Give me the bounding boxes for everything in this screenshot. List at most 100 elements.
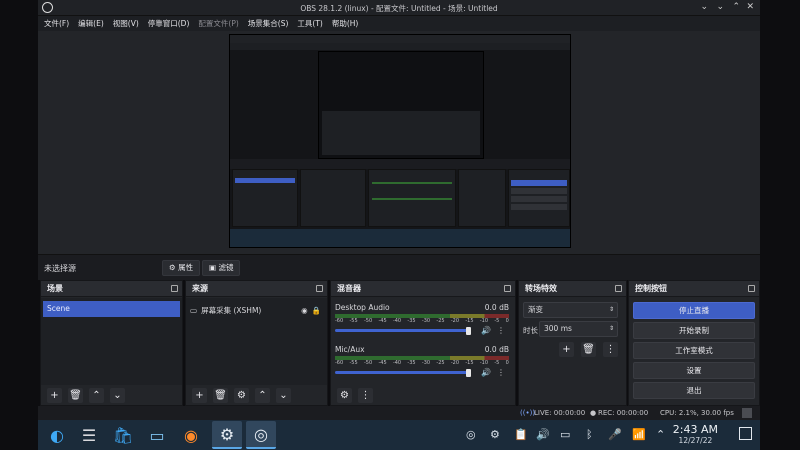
more-icon[interactable]: ⋮ — [497, 368, 505, 377]
chevron-up-icon[interactable]: ⌃ — [656, 428, 665, 441]
spin-icon: ⇕ — [608, 325, 614, 332]
menu-profile[interactable]: 配置文件(P) — [198, 18, 238, 29]
clock[interactable]: 2:43 AM 12/27/22 — [673, 423, 718, 445]
folder-icon[interactable]: ▭ — [142, 421, 172, 449]
volume-icon[interactable]: 🔊 — [536, 428, 550, 441]
monitor-icon: ▭ — [190, 305, 198, 315]
start-recording-button[interactable]: 开始录制 — [633, 322, 755, 339]
steam-icon[interactable]: ⚙ — [212, 421, 242, 449]
live-icon: ((•)) — [520, 409, 536, 417]
move-down-button[interactable]: ⌄ — [276, 387, 291, 403]
battery-icon[interactable]: ▭ — [560, 428, 570, 441]
speaker-icon[interactable]: 🔊 — [481, 326, 491, 335]
more-icon[interactable]: ⋮ — [603, 342, 618, 357]
meter-scale: -60 -55 -50 -45 -40 -35 -30 -25 -20 -15 -10 -5 0 — [335, 360, 509, 366]
undock-icon[interactable] — [171, 285, 178, 292]
obs-icon[interactable]: ◎ — [246, 421, 276, 449]
duration-label: 时长 — [523, 326, 538, 335]
gear-icon: ⚙ — [169, 263, 176, 272]
audio-mixer-dock: 混音器 Desktop Audio 0.0 dB -60 -55 -50 -45 -40… — [330, 280, 516, 406]
move-up-button[interactable]: ⌃ — [255, 387, 270, 403]
maximize-icon[interactable]: ⌃ — [732, 2, 740, 12]
settings-button[interactable]: 设置 — [633, 362, 755, 379]
sources-list: ▭ 屏幕采集 (XSHM) ◉ 🔒 — [186, 298, 327, 385]
menu-scene-collection[interactable]: 场景集合(S) — [248, 18, 289, 29]
add-scene-button[interactable]: + — [47, 387, 62, 403]
steam-tray-icon[interactable]: ⚙ — [490, 428, 500, 441]
status-bar: ((•)) LIVE: 00:00:00 ● REC: 00:00:00 CPU… — [38, 406, 760, 420]
move-down-button[interactable]: ⌄ — [110, 387, 125, 403]
channel-db: 0.0 dB — [484, 303, 509, 312]
controls-dock: 控制按钮 停止直播 开始录制 工作室模式 设置 退出 — [628, 280, 760, 406]
slider-handle[interactable] — [466, 327, 471, 335]
filter-icon: ▣ — [209, 263, 217, 272]
duration-input[interactable]: 300 ms ⇕ — [539, 321, 618, 337]
spin-icon: ⇕ — [608, 306, 614, 313]
menu-tools[interactable]: 工具(T) — [297, 18, 322, 29]
trash-icon[interactable]: 🗑 — [213, 387, 228, 403]
lock-icon[interactable]: 🔒 — [312, 306, 321, 315]
studio-mode-button[interactable]: 工作室模式 — [633, 342, 755, 359]
volume-slider[interactable] — [335, 329, 468, 332]
mixer-settings-icon[interactable]: ☰ — [74, 421, 104, 449]
minimize-icon[interactable]: ⌄ — [716, 2, 724, 12]
sources-title: 来源 — [186, 281, 327, 297]
menu-bar: 文件(F) 编辑(E) 视图(V) 停靠窗口(D) 配置文件(P) 场景集合(S… — [38, 16, 760, 31]
advanced-audio-icon[interactable]: ⚙ — [337, 387, 352, 403]
scene-item[interactable]: Scene — [43, 301, 180, 317]
undock-icon[interactable] — [316, 285, 323, 292]
stop-streaming-button[interactable]: 停止直播 — [633, 302, 755, 319]
store-icon[interactable]: 🛍 — [108, 421, 138, 449]
add-source-button[interactable]: + — [192, 387, 207, 403]
menu-view[interactable]: 视图(V) — [113, 18, 139, 29]
mic-icon[interactable]: 🎤 — [608, 428, 622, 441]
clock-date: 12/27/22 — [678, 436, 713, 445]
steam-deck-logo-icon[interactable]: ◐ — [42, 421, 72, 449]
more-icon[interactable]: ⋮ — [497, 326, 505, 335]
obs-tray-icon[interactable]: ◎ — [466, 428, 476, 441]
exit-button[interactable]: 退出 — [633, 382, 755, 399]
undock-icon[interactable] — [615, 285, 622, 292]
slider-handle[interactable] — [466, 369, 471, 377]
add-transition-button[interactable]: + — [559, 342, 574, 357]
bluetooth-icon[interactable]: ᛒ — [586, 428, 593, 441]
scenes-dock: 场景 Scene + 🗑 ⌃ ⌄ — [40, 280, 183, 406]
channel-name: Desktop Audio — [335, 303, 390, 312]
chevron-down-icon[interactable]: ⌄ — [700, 2, 708, 12]
filters-button[interactable]: ▣ 滤镜 — [202, 260, 241, 276]
menu-file[interactable]: 文件(F) — [44, 18, 69, 29]
window-title: OBS 28.1.2 (linux) - 配置文件: Untitled - 场景… — [300, 4, 498, 13]
mixer-title: 混音器 — [331, 281, 515, 297]
clock-time: 2:43 AM — [672, 423, 718, 436]
wifi-icon[interactable]: 📶 — [632, 428, 646, 441]
clipboard-icon[interactable]: 📋 — [514, 428, 528, 441]
menu-help[interactable]: 帮助(H) — [332, 18, 359, 29]
meter-scale: -60 -55 -50 -45 -40 -35 -30 -25 -20 -15 -10 -5 0 — [335, 318, 509, 324]
gear-icon[interactable]: ⚙ — [234, 387, 249, 403]
move-up-button[interactable]: ⌃ — [89, 387, 104, 403]
properties-button[interactable]: ⚙ 属性 — [162, 260, 201, 276]
source-toolbar: 未选择源 ⚙ 属性 ▣ 滤镜 — [38, 254, 760, 280]
eye-icon[interactable]: ◉ — [301, 306, 308, 315]
more-icon[interactable]: ⋮ — [358, 387, 373, 403]
desktop-icon[interactable] — [739, 427, 752, 440]
menu-docks[interactable]: 停靠窗口(D) — [148, 18, 190, 29]
trash-icon[interactable]: 🗑 — [68, 387, 83, 403]
undock-icon[interactable] — [748, 285, 755, 292]
transition-select[interactable]: 渐变 ⇕ — [523, 302, 618, 318]
channel-db: 0.0 dB — [484, 345, 509, 354]
controls-title: 控制按钮 — [629, 281, 759, 297]
program-preview[interactable] — [229, 34, 571, 248]
firefox-icon[interactable]: ◉ — [176, 421, 206, 449]
rec-status: REC: 00:00:00 — [598, 409, 649, 417]
menu-edit[interactable]: 编辑(E) — [78, 18, 104, 29]
live-status: LIVE: 00:00:00 — [534, 409, 586, 417]
volume-slider[interactable] — [335, 371, 468, 374]
scenes-title: 场景 — [41, 281, 182, 297]
source-item[interactable]: ▭ 屏幕采集 (XSHM) ◉ 🔒 — [186, 301, 327, 319]
close-icon[interactable]: ✕ — [746, 2, 754, 12]
undock-icon[interactable] — [504, 285, 511, 292]
transitions-body: 渐变 ⇕ 时长 300 ms ⇕ + 🗑 ⋮ — [519, 298, 626, 385]
trash-icon[interactable]: 🗑 — [581, 342, 596, 357]
speaker-icon[interactable]: 🔊 — [481, 368, 491, 377]
